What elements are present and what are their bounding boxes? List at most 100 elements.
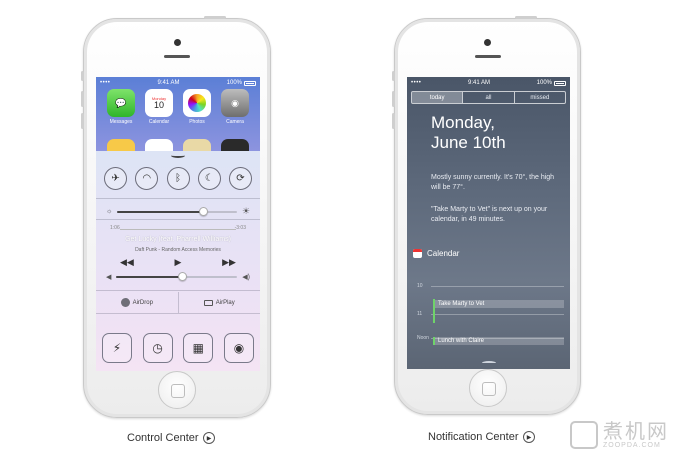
- camera-icon: ◉: [233, 341, 245, 355]
- tab-missed[interactable]: missed: [513, 92, 565, 103]
- battery-indicator: 100%: [537, 80, 566, 86]
- moon-icon: ☾: [204, 173, 214, 184]
- volume-knob[interactable]: [178, 272, 188, 281]
- watermark-text: 煮机网: [603, 420, 669, 443]
- timer-button[interactable]: ◷: [142, 333, 173, 363]
- airplay-icon: [203, 299, 213, 306]
- hour-label: 11: [417, 311, 423, 317]
- calculator-button[interactable]: ▦: [183, 333, 214, 363]
- bluetooth-icon: ᛒ: [175, 173, 181, 184]
- volume-slider[interactable]: ◀ ◀): [106, 272, 250, 281]
- signal-strength: ••••: [100, 80, 111, 86]
- grabber-handle[interactable]: [481, 361, 496, 365]
- app-photos[interactable]: Photos: [180, 89, 214, 125]
- grabber-handle[interactable]: [171, 153, 185, 158]
- play-icon[interactable]: ▶: [175, 257, 182, 268]
- brightness-low-icon: ☼: [106, 208, 113, 215]
- airplay-button[interactable]: AirPlay: [177, 292, 261, 313]
- play-circle-icon[interactable]: ▶: [522, 431, 535, 443]
- photos-icon: [183, 89, 211, 117]
- camera-icon: ◉: [221, 89, 249, 117]
- videos-icon: [221, 139, 249, 151]
- rotation-lock-toggle[interactable]: ⟳: [229, 167, 252, 190]
- airplane-mode-toggle[interactable]: ✈: [104, 167, 127, 190]
- status-bar: •••• 9:41 AM 100%: [96, 77, 260, 89]
- iphone-notification-center: •••• 9:41 AM 100% today all missed Monda…: [392, 16, 581, 415]
- calendar-event[interactable]: Take Marty to Vet: [433, 300, 564, 308]
- camera-button[interactable]: ◉: [223, 333, 254, 363]
- do-not-disturb-toggle[interactable]: ☾: [197, 167, 221, 190]
- flashlight-button[interactable]: ⚡: [102, 333, 132, 363]
- home-button[interactable]: [468, 369, 507, 407]
- volume-down-button: [81, 113, 84, 129]
- toggle-row: ✈ ◠ ᛒ ☾ ⟳: [104, 167, 252, 190]
- clock: 9:41 AM: [468, 80, 491, 86]
- watermark-url: ZOOPDA.COM: [603, 441, 661, 449]
- calendar-event[interactable]: Lunch with Claire: [433, 337, 564, 345]
- mute-switch: [392, 71, 395, 81]
- watermark: 煮机网 ZOOPDA.COM: [570, 421, 669, 449]
- previous-track-icon[interactable]: ◀◀: [120, 257, 134, 268]
- volume-up-button: [392, 91, 395, 107]
- today-date: Monday, June 10th: [431, 113, 506, 152]
- brightness-slider[interactable]: ☼ ☀: [106, 206, 250, 217]
- iphone-control-center: •••• 9:41 AM 100% 💬 Messages Monday 10 Ca…: [81, 16, 271, 418]
- notification-center-panel: •••• 9:41 AM 100% today all missed Monda…: [407, 77, 570, 369]
- volume-high-icon: ◀): [242, 274, 250, 281]
- calendar-section-header[interactable]: Calendar: [413, 249, 459, 258]
- calendar-icon: [413, 249, 422, 258]
- zoopda-logo-icon: [570, 421, 598, 449]
- tab-all[interactable]: all: [462, 92, 513, 103]
- calendar-icon: Monday 10: [145, 89, 173, 117]
- play-circle-icon[interactable]: ▶: [202, 432, 215, 444]
- brightness-high-icon: ☀: [241, 206, 250, 216]
- signal-strength: ••••: [411, 80, 422, 86]
- next-event-summary: "Take Marty to Vet" is next up on your c…: [431, 206, 548, 223]
- clock: 9:41 AM: [157, 80, 180, 86]
- home-button[interactable]: [158, 371, 196, 409]
- flashlight-icon: ⚡: [112, 341, 122, 355]
- caption-control-center[interactable]: Control Center ▶: [127, 432, 215, 444]
- elapsed-time: 1:06: [110, 225, 120, 231]
- maps-icon: [183, 139, 211, 151]
- volume-up-button: [81, 91, 84, 107]
- app-messages[interactable]: 💬 Messages: [104, 89, 138, 125]
- screen: •••• 9:41 AM 100% 💬 Messages Monday 10 Ca…: [96, 77, 260, 371]
- calculator-icon: ▦: [192, 341, 204, 355]
- status-bar: •••• 9:41 AM 100%: [407, 77, 570, 89]
- front-camera: [484, 39, 491, 46]
- home-screen-apps-row2: [96, 139, 260, 151]
- mute-switch: [81, 71, 84, 81]
- earpiece: [164, 55, 190, 58]
- wifi-toggle[interactable]: ◠: [135, 167, 159, 190]
- weather-icon: [107, 139, 135, 151]
- sleep-button: [515, 16, 537, 19]
- airdrop-icon: [120, 298, 130, 307]
- app-calendar[interactable]: Monday 10 Calendar: [142, 89, 176, 125]
- artist-album: Daft Punk - Random Access Memories: [135, 247, 221, 253]
- clock-app-icon: [145, 139, 173, 151]
- remaining-time: -3:03: [234, 225, 246, 231]
- current-time-indicator: [433, 299, 435, 323]
- airdrop-button[interactable]: AirDrop: [96, 292, 178, 313]
- hour-label: Noon: [417, 335, 429, 341]
- view-tabs: today all missed: [411, 91, 566, 104]
- battery-icon: [554, 80, 566, 86]
- brightness-knob[interactable]: [198, 206, 208, 216]
- caption-notification-center[interactable]: Notification Center ▶: [428, 431, 535, 443]
- bluetooth-toggle[interactable]: ᛒ: [166, 167, 190, 190]
- playback-times: 1:06 -3:03: [110, 225, 246, 231]
- volume-down-button: [392, 113, 395, 129]
- transport-controls: ◀◀ ▶ ▶▶: [120, 257, 236, 268]
- volume-low-icon: ◀: [106, 274, 112, 281]
- next-track-icon[interactable]: ▶▶: [222, 257, 236, 268]
- home-screen-apps: 💬 Messages Monday 10 Calendar Photos ◉ Ca…: [96, 89, 260, 125]
- hour-label: 10: [417, 283, 423, 289]
- tab-today[interactable]: today: [412, 92, 463, 103]
- app-camera[interactable]: ◉ Camera: [218, 89, 252, 125]
- weather-summary: Mostly sunny currently. It's 70°, the hi…: [431, 174, 555, 191]
- sleep-button: [204, 16, 226, 19]
- battery-indicator: 100%: [227, 80, 256, 86]
- scrubber[interactable]: [120, 229, 236, 230]
- messages-icon: 💬: [107, 89, 135, 117]
